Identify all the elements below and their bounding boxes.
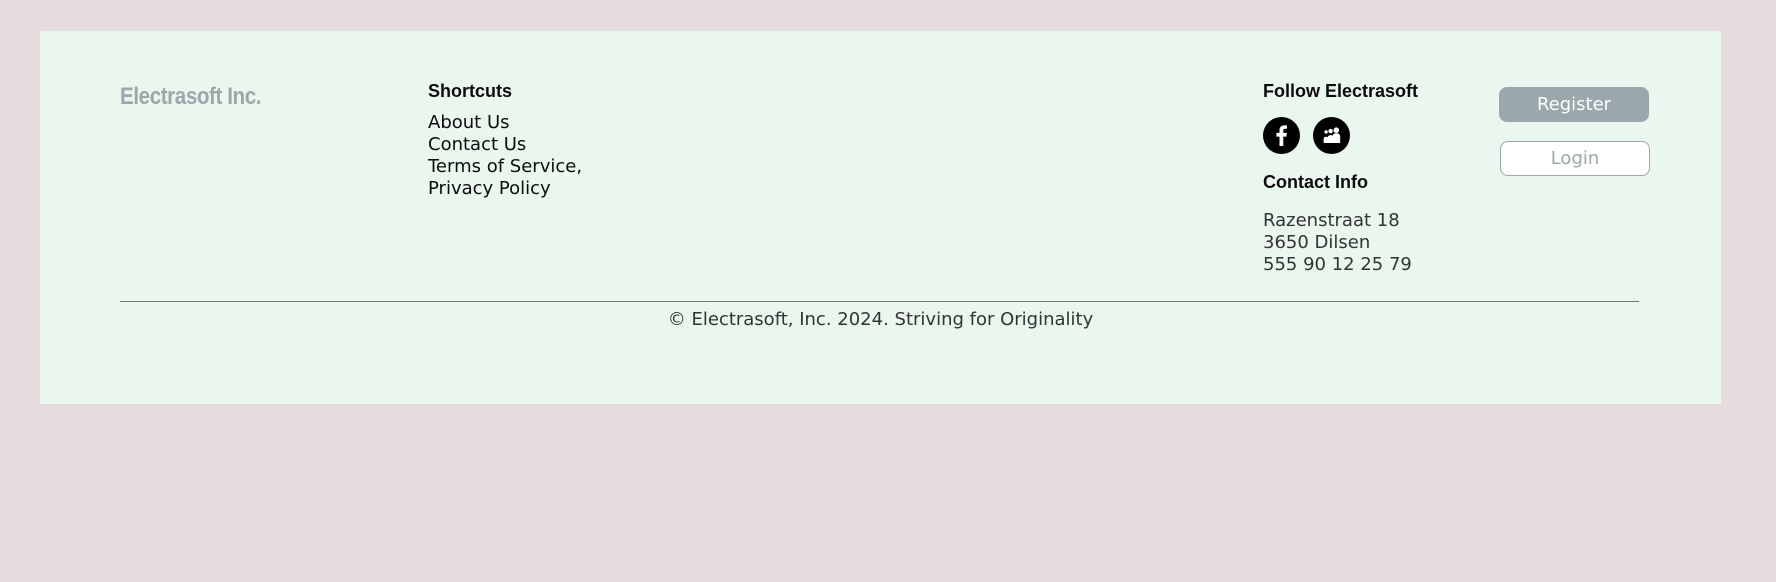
contact-phone: 555 90 12 25 79: [1263, 254, 1412, 275]
site-footer: Electrasoft Inc. Shortcuts About Us Cont…: [40, 31, 1721, 404]
link-terms-of-service[interactable]: Terms of Service,: [428, 156, 582, 178]
login-button[interactable]: Login: [1500, 141, 1650, 176]
follow-heading: Follow Electrasoft: [1263, 81, 1419, 101]
contact-info: Razenstraat 18 3650 Dilsen 555 90 12 25 …: [1263, 210, 1412, 276]
link-about-us[interactable]: About Us: [428, 112, 582, 134]
contact-heading: Contact Info: [1263, 172, 1368, 192]
copyright-text: © Electrasoft, Inc. 2024. Striving for O…: [667, 309, 1094, 330]
shortcuts-heading: Shortcuts: [428, 81, 513, 101]
link-contact-us[interactable]: Contact Us: [428, 134, 582, 156]
link-privacy-policy[interactable]: Privacy Policy: [428, 178, 582, 200]
register-button[interactable]: Register: [1499, 87, 1649, 122]
brand-logo[interactable]: Electrasoft Inc.: [120, 83, 262, 111]
social-links: [1263, 117, 1350, 154]
myspace-icon[interactable]: [1313, 117, 1350, 154]
shortcuts-list: About Us Contact Us Terms of Service, Pr…: [428, 112, 582, 200]
contact-street: Razenstraat 18: [1263, 210, 1400, 231]
footer-divider: [120, 301, 1639, 302]
facebook-icon[interactable]: [1263, 117, 1300, 154]
contact-city: 3650 Dilsen: [1263, 232, 1371, 253]
